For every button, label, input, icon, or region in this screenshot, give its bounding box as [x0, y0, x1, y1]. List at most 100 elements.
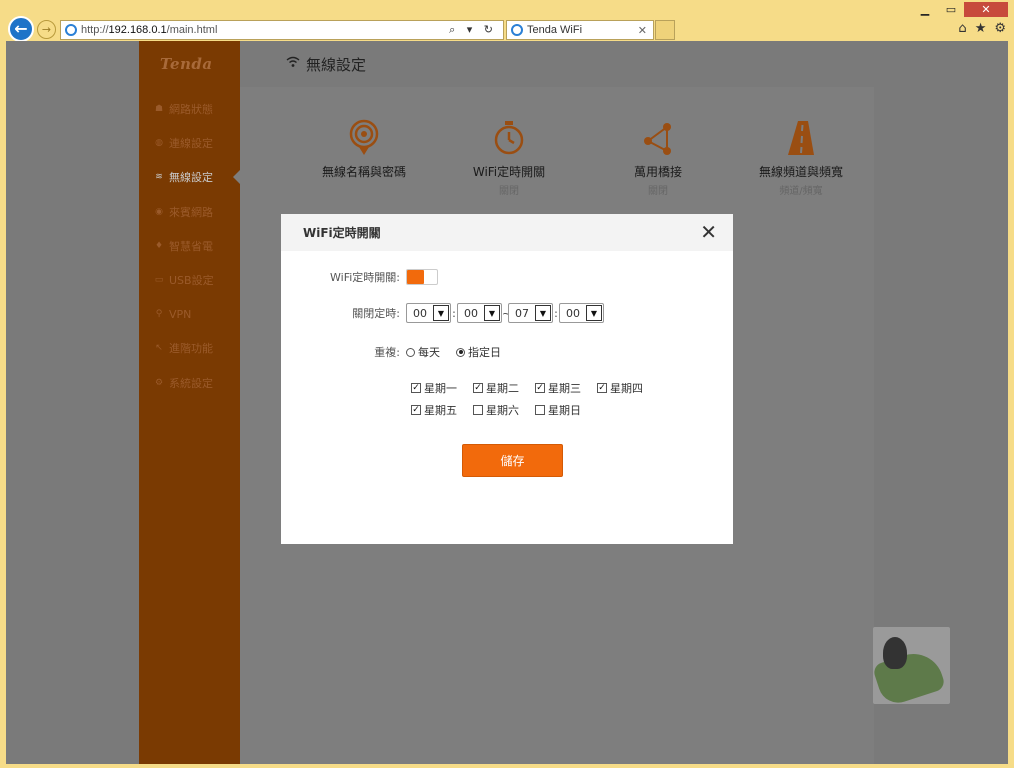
sidebar-item-system[interactable]: ⚙ 系統設定 — [139, 366, 240, 400]
feature-channel-bandwidth[interactable]: 無線頻道與頻寬 頻道/頻寬 — [731, 117, 871, 197]
repeat-specific-days-radio[interactable]: 指定日 — [456, 344, 501, 360]
sidebar-item-network-status[interactable]: ☗ 網路狀態 — [139, 92, 240, 126]
ie-page-icon — [65, 24, 77, 36]
day-label: 星期四 — [610, 382, 643, 395]
day-tuesday-checkbox[interactable]: ✓ 星期二 — [473, 380, 535, 396]
checkbox-checked-icon: ✓ — [411, 405, 421, 415]
sidebar-item-wireless[interactable]: ≋ 無線設定 — [139, 160, 240, 194]
select-value: 07 — [515, 306, 529, 320]
toggle-label: WiFi定時開關: — [330, 271, 400, 284]
checkbox-unchecked-icon — [473, 405, 483, 415]
sidebar-item-label: VPN — [169, 307, 192, 321]
url-host: 192.168.0.1 — [108, 24, 167, 36]
checkbox-checked-icon: ✓ — [473, 383, 483, 393]
feature-title: 無線名稱與密碼 — [321, 165, 406, 179]
radio-label: 指定日 — [468, 346, 501, 359]
tab-close-icon[interactable]: ✕ — [638, 24, 653, 37]
browser-right-tools: ⌂ ★ ⚙ — [958, 21, 1006, 36]
sidebar-item-label: USB設定 — [169, 274, 214, 288]
checkbox-checked-icon: ✓ — [597, 383, 607, 393]
sidebar-item-connection[interactable]: ◍ 連線設定 — [139, 126, 240, 160]
sidebar-item-label: 連線設定 — [169, 137, 213, 151]
settings-gear-icon[interactable]: ⚙ — [994, 21, 1006, 36]
sidebar-item-guest[interactable]: ◉ 來賓網路 — [139, 195, 240, 229]
new-tab-button[interactable] — [655, 20, 675, 40]
sidebar-item-advanced[interactable]: ↖ 進階功能 — [139, 331, 240, 365]
feature-title: 萬用橋接 — [633, 165, 682, 179]
wifi-schedule-icon — [439, 117, 579, 159]
sidebar-item-vpn[interactable]: ⚲ VPN — [139, 297, 240, 331]
guest-icon: ◉ — [155, 206, 163, 217]
watermark-bear-icon — [883, 637, 907, 669]
sidebar-item-usb[interactable]: ▭ USB設定 — [139, 263, 240, 297]
day-label: 星期日 — [548, 404, 581, 417]
end-hour-select[interactable]: 07 ▼ — [508, 303, 553, 323]
start-minute-select[interactable]: 00 ▼ — [457, 303, 502, 323]
day-label: 星期二 — [486, 382, 519, 395]
bulb-icon: ♦ — [154, 240, 164, 251]
wifi-schedule-toggle[interactable] — [406, 269, 438, 285]
usb-icon: ▭ — [154, 275, 164, 286]
page-title: 無線設定 — [306, 55, 367, 74]
forward-arrow-icon[interactable]: → — [37, 20, 56, 39]
select-value: 00 — [566, 306, 580, 320]
repeat-everyday-radio[interactable]: 每天 — [406, 344, 440, 360]
globe-icon: ◍ — [155, 138, 163, 149]
feature-subtitle: 頻道/頻寬 — [779, 186, 823, 197]
address-url[interactable]: http://192.168.0.1/main.html — [81, 24, 449, 36]
wifi-icon: ≋ — [155, 172, 163, 183]
tab-title: Tenda WiFi — [527, 24, 583, 36]
sidebar-item-label: 網路狀態 — [169, 103, 213, 117]
day-thursday-checkbox[interactable]: ✓ 星期四 — [597, 380, 659, 396]
tenda-logo: Tenda — [160, 55, 213, 73]
select-value: 00 — [413, 306, 427, 320]
day-sunday-checkbox[interactable]: 星期日 — [535, 402, 597, 418]
channel-bandwidth-icon — [731, 117, 871, 159]
start-hour-select[interactable]: 00 ▼ — [406, 303, 451, 323]
radio-label: 每天 — [418, 346, 440, 359]
address-bar[interactable]: http://192.168.0.1/main.html ⌕ ▾ ↻ — [60, 20, 504, 40]
day-saturday-checkbox[interactable]: 星期六 — [473, 402, 535, 418]
save-button[interactable]: 儲存 — [462, 444, 563, 477]
feature-wifi-name-password[interactable]: 無線名稱與密碼 — [294, 117, 434, 182]
feature-wifi-schedule[interactable]: WiFi定時開關 關閉 — [439, 117, 579, 197]
schedule-row: 關閉定時: 00 ▼ : 00 ▼ ~ 07 ▼ : 00 ▼ — [281, 303, 604, 323]
wifi-schedule-dialog: WiFi定時開關 ✕ WiFi定時開關: 關閉定時: 00 ▼ : 00 ▼ ~… — [281, 214, 733, 544]
sidebar: Tenda ☗ 網路狀態 ◍ 連線設定 ≋ 無線設定 ◉ 來賓網路 ♦ 智慧省電… — [139, 41, 240, 764]
wifi-header-icon — [286, 56, 300, 72]
sidebar-nav: ☗ 網路狀態 ◍ 連線設定 ≋ 無線設定 ◉ 來賓網路 ♦ 智慧省電 ▭ USB… — [139, 92, 240, 400]
browser-tab[interactable]: Tenda WiFi ✕ — [506, 20, 654, 40]
day-label: 星期一 — [424, 382, 457, 395]
address-tools[interactable]: ⌕ ▾ ↻ — [449, 23, 503, 37]
sidebar-item-label: 智慧省電 — [169, 239, 213, 253]
favorites-star-icon[interactable]: ★ — [975, 21, 987, 36]
day-label: 星期三 — [548, 382, 581, 395]
checkbox-checked-icon: ✓ — [535, 383, 545, 393]
sidebar-item-power-saving[interactable]: ♦ 智慧省電 — [139, 229, 240, 263]
checkbox-checked-icon: ✓ — [411, 383, 421, 393]
content-header: 無線設定 — [240, 41, 874, 87]
universal-bridge-icon — [588, 117, 728, 159]
end-minute-select[interactable]: 00 ▼ — [559, 303, 604, 323]
watermark-image — [871, 627, 950, 708]
weekday-checkboxes: ✓ 星期一 ✓ 星期二 ✓ 星期三 ✓ 星期四 ✓ 星期五 星期六 星期日 — [411, 380, 671, 418]
browser-toolbar: ← → http://192.168.0.1/main.html ⌕ ▾ ↻ T… — [0, 15, 1014, 43]
day-friday-checkbox[interactable]: ✓ 星期五 — [411, 402, 473, 418]
home-icon[interactable]: ⌂ — [958, 21, 966, 36]
sidebar-item-label: 系統設定 — [169, 376, 213, 390]
wrench-icon: ↖ — [155, 343, 163, 354]
day-wednesday-checkbox[interactable]: ✓ 星期三 — [535, 380, 597, 396]
chevron-down-icon: ▼ — [433, 305, 449, 321]
checkbox-unchecked-icon — [535, 405, 545, 415]
feature-title: WiFi定時開關 — [472, 165, 546, 179]
back-arrow-icon[interactable]: ← — [8, 16, 34, 42]
day-label: 星期六 — [486, 404, 519, 417]
sidebar-item-label: 進階功能 — [169, 342, 213, 356]
feature-universal-bridge[interactable]: 萬用橋接 關閉 — [588, 117, 728, 197]
close-icon[interactable]: ✕ — [700, 222, 717, 242]
settings-icon: ⚙ — [154, 377, 164, 388]
sidebar-item-label: 來賓網路 — [169, 205, 213, 219]
url-scheme: http:// — [81, 24, 109, 36]
network-status-icon: ☗ — [154, 104, 164, 115]
day-monday-checkbox[interactable]: ✓ 星期一 — [411, 380, 473, 396]
